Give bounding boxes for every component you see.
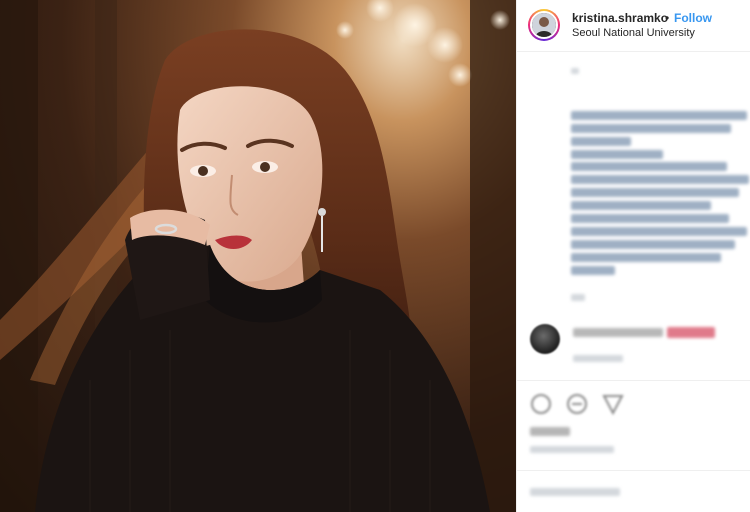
- post-header: kristina.shramko • Follow Seoul National…: [517, 0, 750, 52]
- divider: [517, 380, 750, 381]
- username-link[interactable]: kristina.shramko: [572, 11, 668, 25]
- separator-dot: •: [665, 11, 670, 25]
- portrait-image: [0, 0, 516, 512]
- story-ring[interactable]: [528, 9, 560, 41]
- divider: [517, 470, 750, 471]
- add-comment-input-blurred[interactable]: [530, 488, 620, 496]
- commenter-avatar: [530, 324, 560, 354]
- post-photo[interactable]: [0, 0, 516, 512]
- likes-count-blurred: [530, 427, 570, 436]
- share-icon[interactable]: [602, 393, 624, 415]
- follow-button[interactable]: Follow: [674, 11, 712, 25]
- heart-icon[interactable]: [530, 393, 552, 415]
- timestamp-blurred: [530, 446, 614, 453]
- comment-icon[interactable]: [566, 393, 588, 415]
- avatar[interactable]: [530, 11, 558, 39]
- location-link[interactable]: Seoul National University: [572, 27, 695, 39]
- post-side-panel: kristina.shramko • Follow Seoul National…: [516, 0, 750, 512]
